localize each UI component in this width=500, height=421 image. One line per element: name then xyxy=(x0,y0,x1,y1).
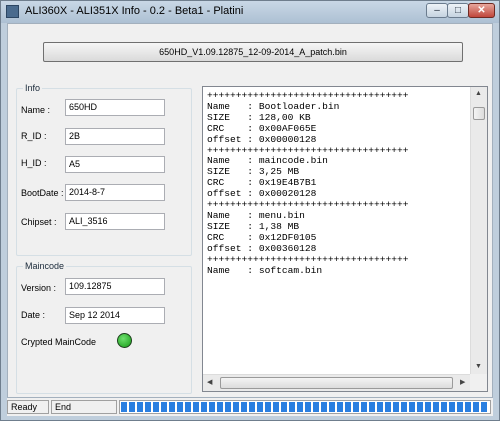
open-file-button[interactable]: 650HD_V1.09.12875_12-09-2014_A_patch.bin xyxy=(43,42,463,62)
chipset-label: Chipset : xyxy=(21,217,57,227)
progress-bar xyxy=(119,400,491,414)
info-legend: Info xyxy=(23,83,43,93)
vertical-scroll-thumb[interactable] xyxy=(473,107,485,120)
bootdate-field[interactable]: 2014-8-7 xyxy=(65,184,165,201)
vertical-scrollbar[interactable]: ▲ ▼ xyxy=(470,87,487,374)
name-label: Name : xyxy=(21,105,51,115)
title-bar[interactable]: ALI360X - ALI351X Info - 0.2 - Beta1 - P… xyxy=(1,1,499,23)
info-group: Info Name : 650HD R_ID : 2B H_ID : A5 Bo… xyxy=(16,83,192,256)
chipset-field[interactable]: ALI_3516 xyxy=(65,213,165,230)
bootdate-label: BootDate : xyxy=(21,188,64,198)
h-id-label: H_ID : xyxy=(21,158,47,168)
status-end: End xyxy=(51,400,117,414)
date-label: Date : xyxy=(21,310,46,320)
scroll-right-icon[interactable]: ▶ xyxy=(460,378,465,386)
version-field[interactable]: 109.12875 xyxy=(65,278,165,295)
scroll-down-icon[interactable]: ▼ xyxy=(475,363,482,370)
maincode-group: Maincode Version : 109.12875 Date : Sep … xyxy=(16,261,192,394)
maximize-button[interactable]: □ xyxy=(447,3,469,18)
status-bar: Ready End xyxy=(7,398,493,416)
version-label: Version : xyxy=(21,283,57,293)
name-field[interactable]: 650HD xyxy=(65,99,165,116)
maincode-legend: Maincode xyxy=(23,261,67,271)
r-id-field[interactable]: 2B xyxy=(65,128,165,145)
horizontal-scroll-thumb[interactable] xyxy=(220,377,453,389)
progress-fill xyxy=(121,402,489,412)
close-button[interactable]: ✕ xyxy=(468,3,495,18)
horizontal-scrollbar[interactable]: ◀ ▶ xyxy=(203,374,472,391)
crypted-status-indicator xyxy=(117,333,132,348)
scroll-left-icon[interactable]: ◀ xyxy=(207,378,212,386)
r-id-label: R_ID : xyxy=(21,131,47,141)
client-area: 650HD_V1.09.12875_12-09-2014_A_patch.bin… xyxy=(7,23,493,398)
app-window: ALI360X - ALI351X Info - 0.2 - Beta1 - P… xyxy=(0,0,500,421)
crypted-maincode-label: Crypted MainCode xyxy=(21,337,97,347)
minimize-button[interactable]: – xyxy=(426,3,448,18)
log-text: +++++++++++++++++++++++++++++++++++ Name… xyxy=(207,91,409,276)
date-field[interactable]: Sep 12 2014 xyxy=(65,307,165,324)
h-id-field[interactable]: A5 xyxy=(65,156,165,173)
status-ready: Ready xyxy=(7,400,49,414)
window-title: ALI360X - ALI351X Info - 0.2 - Beta1 - P… xyxy=(25,5,244,17)
app-icon xyxy=(6,5,19,18)
scrollbar-corner xyxy=(470,374,487,391)
scroll-up-icon[interactable]: ▲ xyxy=(475,90,482,97)
log-textbox[interactable]: +++++++++++++++++++++++++++++++++++ Name… xyxy=(202,86,488,392)
